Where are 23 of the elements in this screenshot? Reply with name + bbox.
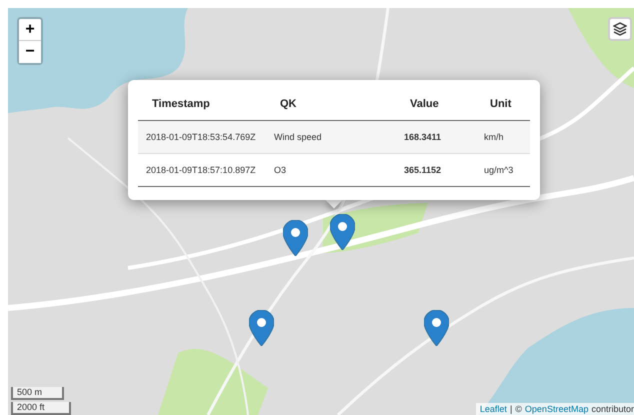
zoom-out-button[interactable]: − [19,41,41,63]
table-cell: 365.1152 [396,154,476,186]
copyright-symbol: © [515,404,522,414]
map-marker-icon[interactable] [330,214,355,250]
scale-bar: 2000 ft [11,402,71,415]
table-cell: ug/m^3 [476,154,530,186]
scale-bar: 500 m [11,387,64,400]
map-marker-icon[interactable] [249,310,274,346]
attribution-text: contributor [591,404,634,414]
table-cell: 168.3411 [396,120,476,154]
openstreetmap-link[interactable]: OpenStreetMap [524,404,588,414]
layers-button[interactable] [608,17,632,41]
map-marker-icon[interactable] [424,310,449,346]
leaflet-link[interactable]: Leaflet [480,404,507,414]
map-marker-icon[interactable] [283,220,308,256]
table-cell: km/h [476,120,530,154]
table-cell: Wind speed [266,120,396,154]
layers-icon [613,22,627,36]
table-cell: 2018-01-09T18:57:10.897Z [138,154,266,186]
separator: | [510,404,512,414]
table-cell: O3 [266,154,396,186]
zoom-in-button[interactable]: + [19,19,41,41]
table-cell: 2018-01-09T18:53:54.769Z [138,120,266,154]
